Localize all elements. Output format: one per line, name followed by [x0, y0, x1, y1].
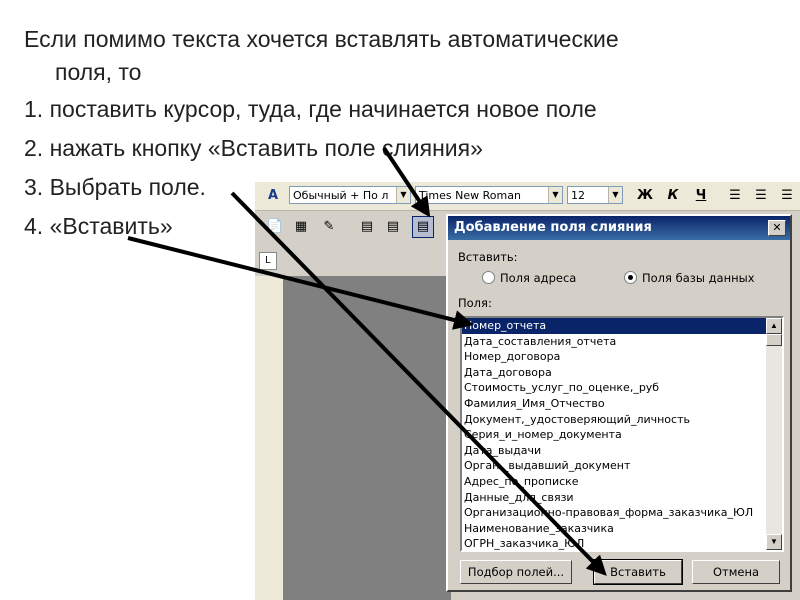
style-combo-value: Обычный + По л	[293, 189, 389, 202]
match-fields-button[interactable]: Подбор полей...	[460, 560, 572, 584]
align-right-icon[interactable]: ☰	[777, 186, 797, 206]
insert-greeting-line-icon[interactable]: ▤	[383, 217, 403, 237]
font-combo-value: Times New Roman	[419, 189, 521, 202]
list-item[interactable]: ОГРН_заказчика_ЮЛ	[462, 536, 782, 550]
chevron-down-icon: ▼	[548, 187, 562, 203]
formatting-toolbar: A Обычный + По л ▼ Times New Roman ▼ 12 …	[255, 182, 800, 211]
fields-list: Номер_отчета Дата_составления_отчета Номер…	[462, 318, 782, 550]
main-document-setup-icon[interactable]: 📄	[265, 217, 285, 237]
list-item[interactable]: Стоимость_услуг_по_оценке,_руб	[462, 380, 782, 396]
list-item[interactable]: Фамилия_Имя_Отчество	[462, 396, 782, 412]
slide-line-intro: Если помимо текста хочется вставлять авт…	[24, 26, 619, 52]
style-combo[interactable]: Обычный + По л ▼	[289, 186, 411, 204]
close-icon[interactable]: ✕	[768, 220, 786, 236]
styles-pane-icon[interactable]: A	[263, 186, 283, 206]
list-item[interactable]: Номер_договора	[462, 349, 782, 365]
italic-button[interactable]: К	[663, 186, 683, 206]
align-left-icon[interactable]: ☰	[725, 186, 745, 206]
radio-database-label[interactable]: Поля базы данных	[642, 271, 755, 285]
font-combo[interactable]: Times New Roman ▼	[415, 186, 563, 204]
list-item[interactable]: Серия_и_номер_документа	[462, 427, 782, 443]
insert-label: Вставить:	[458, 250, 518, 264]
scroll-up-icon[interactable]: ▲	[766, 318, 782, 334]
chevron-down-icon: ▼	[396, 187, 410, 203]
list-item[interactable]: Дата_выдачи	[462, 443, 782, 459]
insert-button[interactable]: Вставить	[593, 559, 683, 585]
insert-merge-field-dialog: Добавление поля слияния ✕ Вставить: Поля…	[446, 214, 792, 592]
chevron-down-icon: ▼	[608, 187, 622, 203]
bold-button[interactable]: Ж	[635, 186, 655, 206]
list-item[interactable]: Документ,_удостоверяющий_личность	[462, 412, 782, 428]
underline-button[interactable]: Ч	[691, 186, 711, 206]
open-data-source-icon[interactable]: ▦	[291, 217, 311, 237]
slide-line-step2: 2. нажать кнопку «Вставить поле слияния»	[24, 135, 483, 161]
fields-scrollbar[interactable]: ▲ ▼	[766, 318, 782, 550]
vertical-ruler	[255, 276, 283, 600]
fields-listbox[interactable]: Номер_отчета Дата_составления_отчета Номер…	[460, 316, 784, 552]
list-item[interactable]: Наименование_заказчика	[462, 521, 782, 537]
document-page-area	[283, 276, 451, 600]
list-item[interactable]: Дата_составления_отчета	[462, 334, 782, 350]
list-item[interactable]: Данные_для_связи	[462, 490, 782, 506]
slide-line-step1: 1. поставить курсор, туда, где начинаетс…	[24, 96, 597, 122]
tab-selector[interactable]: L	[259, 252, 277, 270]
list-item[interactable]: Орган,_выдавший_документ	[462, 458, 782, 474]
scroll-thumb[interactable]	[766, 334, 782, 346]
radio-address-label[interactable]: Поля адреса	[500, 271, 576, 285]
slide-line-step4: 4. «Вставить»	[24, 213, 173, 239]
list-item[interactable]: Адрес_по_прописке	[462, 474, 782, 490]
scroll-down-icon[interactable]: ▼	[766, 534, 782, 550]
dialog-title: Добавление поля слияния	[454, 220, 652, 235]
insert-address-block-icon[interactable]: ▤	[357, 217, 377, 237]
list-item[interactable]: Номер_отчета	[462, 318, 782, 334]
fields-label: Поля:	[458, 296, 492, 310]
radio-address-fields[interactable]	[482, 271, 495, 284]
slide-line-intro-cont: поля, то	[55, 59, 142, 85]
slide-line-step3: 3. Выбрать поле.	[24, 174, 206, 200]
insert-merge-field-button[interactable]: ▤	[412, 216, 434, 238]
list-item[interactable]: Дата_договора	[462, 365, 782, 381]
recipients-icon[interactable]: ✎	[319, 217, 339, 237]
font-size-combo[interactable]: 12 ▼	[567, 186, 623, 204]
font-size-value: 12	[571, 189, 585, 202]
radio-database-fields[interactable]	[624, 271, 637, 284]
dialog-title-bar: Добавление поля слияния ✕	[448, 216, 790, 240]
cancel-button[interactable]: Отмена	[692, 560, 780, 584]
align-center-icon[interactable]: ☰	[751, 186, 771, 206]
list-item[interactable]: Организационно-правовая_форма_заказчика_…	[462, 505, 782, 521]
